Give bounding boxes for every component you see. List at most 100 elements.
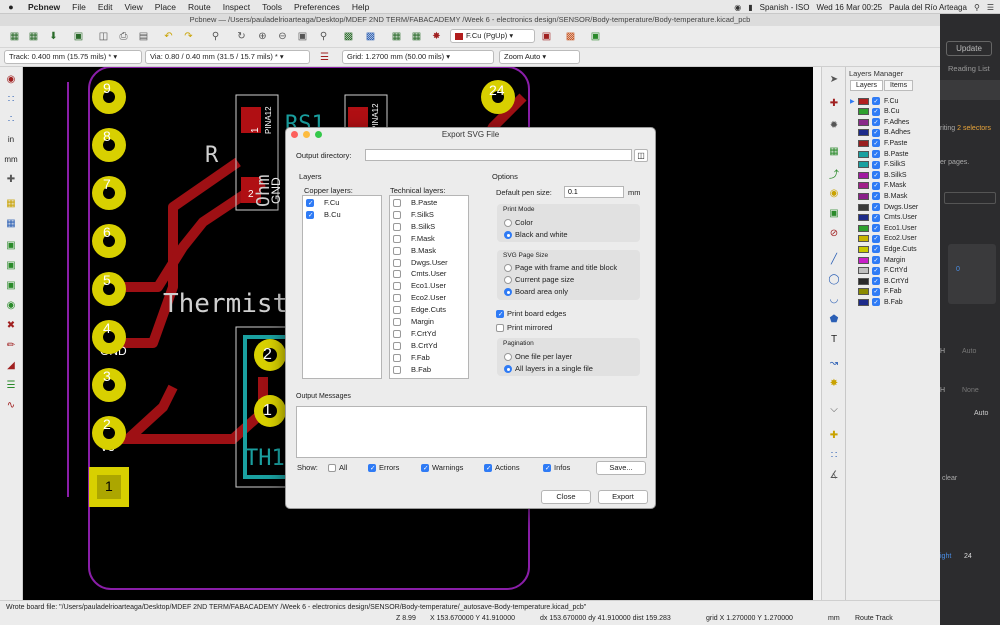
layer-color-swatch[interactable] bbox=[858, 182, 869, 190]
ratsnest-icon[interactable]: ▦ bbox=[3, 195, 19, 211]
drill-origin-icon[interactable]: ✚ bbox=[826, 427, 842, 443]
layer-row-f-paste[interactable]: ✓ F.Paste bbox=[850, 138, 907, 148]
layer-visible-checkbox[interactable]: ✓ bbox=[872, 213, 880, 222]
menu-help[interactable]: Help bbox=[346, 2, 375, 12]
menu-tools[interactable]: Tools bbox=[256, 2, 288, 12]
grid-origin-icon[interactable]: ∷ bbox=[826, 447, 842, 463]
single-file-radio[interactable] bbox=[504, 365, 512, 373]
units-mm-icon[interactable]: mm bbox=[3, 151, 19, 167]
tab-layers[interactable]: Layers bbox=[850, 80, 884, 91]
zone-fill-icon[interactable]: ▣ bbox=[3, 237, 19, 253]
layer-visible-checkbox[interactable]: ✓ bbox=[872, 203, 880, 211]
drc-bug-icon[interactable]: ✸ bbox=[428, 28, 445, 45]
refresh-icon[interactable]: ↻ bbox=[233, 28, 250, 45]
menu-edit[interactable]: Edit bbox=[92, 2, 119, 12]
input-language[interactable]: Spanish - ISO bbox=[760, 3, 810, 12]
layer-color-swatch[interactable] bbox=[858, 108, 869, 116]
add-arc-icon[interactable]: ◡ bbox=[826, 291, 842, 307]
layer-row-b-crtyd[interactable]: ✓ B.CrtYd bbox=[850, 276, 909, 286]
zoom-select[interactable]: Zoom Auto ▾ bbox=[499, 50, 580, 64]
tab-items[interactable]: Items bbox=[884, 80, 914, 91]
layer-color-swatch[interactable] bbox=[858, 267, 869, 275]
add-footprint-icon[interactable]: ▦ bbox=[826, 143, 842, 159]
layer-row-b-fab[interactable]: ✓ B.Fab bbox=[850, 297, 903, 307]
plot-icon[interactable]: ▤ bbox=[135, 28, 152, 45]
layer-row-edge-cuts[interactable]: ✓ Edge.Cuts bbox=[850, 244, 917, 254]
layer-color-swatch[interactable] bbox=[858, 224, 869, 232]
cursor-shape-icon[interactable]: ✚ bbox=[3, 171, 19, 187]
menu-preferences[interactable]: Preferences bbox=[288, 2, 346, 12]
microwave-tools-icon[interactable]: ∿ bbox=[3, 397, 19, 413]
layer-visible-checkbox[interactable]: ✓ bbox=[872, 256, 880, 264]
tech-layer-checkbox[interactable] bbox=[393, 294, 401, 303]
open-board-icon[interactable]: ▦ bbox=[25, 28, 42, 45]
console-icon[interactable]: ▣ bbox=[587, 28, 604, 45]
page-current-radio[interactable] bbox=[504, 276, 512, 284]
drc-off-icon[interactable]: ◉ bbox=[3, 71, 19, 87]
layer-visible-checkbox[interactable]: ✓ bbox=[872, 160, 880, 169]
layer-color-swatch[interactable] bbox=[858, 256, 869, 264]
output-messages-box[interactable] bbox=[296, 406, 647, 458]
undo-icon[interactable]: ↶ bbox=[160, 28, 177, 45]
footprint-browser-icon[interactable]: ▦ bbox=[408, 28, 425, 45]
layer-row-f-silks[interactable]: ✓ F.SilkS bbox=[850, 160, 905, 170]
tech-layer-checkbox[interactable] bbox=[393, 318, 401, 326]
menu-place[interactable]: Place bbox=[149, 2, 182, 12]
layer-row-b-mask[interactable]: ✓ B.Mask bbox=[850, 191, 907, 201]
tech-layer-checkbox[interactable] bbox=[393, 353, 401, 362]
print-mode-color-radio[interactable] bbox=[504, 219, 512, 227]
menu-route[interactable]: Route bbox=[182, 2, 217, 12]
filter-infos-checkbox[interactable] bbox=[543, 464, 551, 472]
layer-color-swatch[interactable] bbox=[858, 288, 869, 296]
redo-icon[interactable]: ↷ bbox=[180, 28, 197, 45]
layer-color-swatch[interactable] bbox=[858, 161, 869, 169]
auto-track-width-icon[interactable]: ☰ bbox=[316, 49, 333, 66]
close-button[interactable]: Close bbox=[541, 490, 591, 504]
grid-toggle-icon[interactable]: ∷ bbox=[3, 91, 19, 107]
local-ratsnest-icon[interactable]: ▦ bbox=[3, 215, 19, 231]
tech-layer-checkbox[interactable] bbox=[393, 270, 401, 279]
add-target-icon[interactable]: ✸ bbox=[826, 375, 842, 391]
zone-outline-icon[interactable]: ▣ bbox=[3, 257, 19, 273]
one-file-per-layer-radio[interactable] bbox=[504, 353, 512, 361]
tech-layer-checkbox[interactable] bbox=[393, 365, 401, 374]
layer-visible-checkbox[interactable]: ✓ bbox=[872, 150, 880, 158]
page-board-radio[interactable] bbox=[504, 288, 512, 296]
copper-bcu-checkbox[interactable] bbox=[306, 211, 314, 219]
menu-file[interactable]: File bbox=[66, 2, 92, 12]
via-sketch-icon[interactable]: ✖ bbox=[3, 317, 19, 333]
measure-icon[interactable]: ∡ bbox=[826, 467, 842, 483]
tech-layer-checkbox[interactable] bbox=[393, 222, 401, 231]
pen-size-input[interactable] bbox=[564, 186, 624, 198]
layer-row-f-mask[interactable]: ✓ F.Mask bbox=[850, 181, 906, 191]
control-center-icon[interactable]: ☰ bbox=[987, 3, 994, 12]
zoom-in-icon[interactable]: ⊕ bbox=[254, 28, 271, 45]
board-setup-icon[interactable]: ▦ bbox=[6, 28, 23, 45]
print-mirrored-checkbox[interactable] bbox=[496, 324, 504, 332]
layer-row-f-crtyd[interactable]: ✓ F.CrtYd bbox=[850, 266, 907, 276]
layer-row-b-adhes[interactable]: ✓ B.Adhes bbox=[850, 128, 910, 138]
layer-row-f-adhes[interactable]: ✓ F.Adhes bbox=[850, 117, 909, 127]
layer-select[interactable]: F.Cu (PgUp) ▾ bbox=[450, 29, 535, 43]
user-name[interactable]: Paula del Río Arteaga bbox=[889, 3, 967, 12]
export-button[interactable]: Export bbox=[598, 490, 648, 504]
track-width-select[interactable]: Track: 0.400 mm (15.75 mils) * ▾ bbox=[4, 50, 142, 64]
layer-visible-checkbox[interactable]: ✓ bbox=[872, 118, 880, 127]
update-button[interactable]: Update bbox=[946, 41, 992, 56]
layer-visible-checkbox[interactable]: ✓ bbox=[872, 192, 880, 201]
zoom-fit-icon[interactable]: ▣ bbox=[294, 28, 311, 45]
tech-layer-checkbox[interactable] bbox=[393, 210, 401, 219]
layer-visible-checkbox[interactable]: ✓ bbox=[872, 245, 880, 254]
tech-layer-checkbox[interactable] bbox=[393, 282, 401, 291]
track-sketch-icon[interactable]: ✏ bbox=[3, 337, 19, 353]
browse-folder-icon[interactable]: ◫ bbox=[634, 149, 648, 162]
units-inch-icon[interactable]: in bbox=[3, 131, 19, 147]
add-dimension-icon[interactable]: ↝ bbox=[826, 355, 842, 371]
print-mode-bw-radio[interactable] bbox=[504, 231, 512, 239]
layer-row-f-fab[interactable]: ✓ F.Fab bbox=[850, 287, 902, 297]
highlight-net-icon[interactable]: ✚ bbox=[826, 95, 842, 111]
copper-fcu-checkbox[interactable] bbox=[306, 199, 314, 207]
find-icon[interactable]: ⚲ bbox=[207, 28, 224, 45]
layer-row-eco2-user[interactable]: ✓ Eco2.User bbox=[850, 234, 917, 244]
add-polygon-icon[interactable]: ⬟ bbox=[826, 311, 842, 327]
